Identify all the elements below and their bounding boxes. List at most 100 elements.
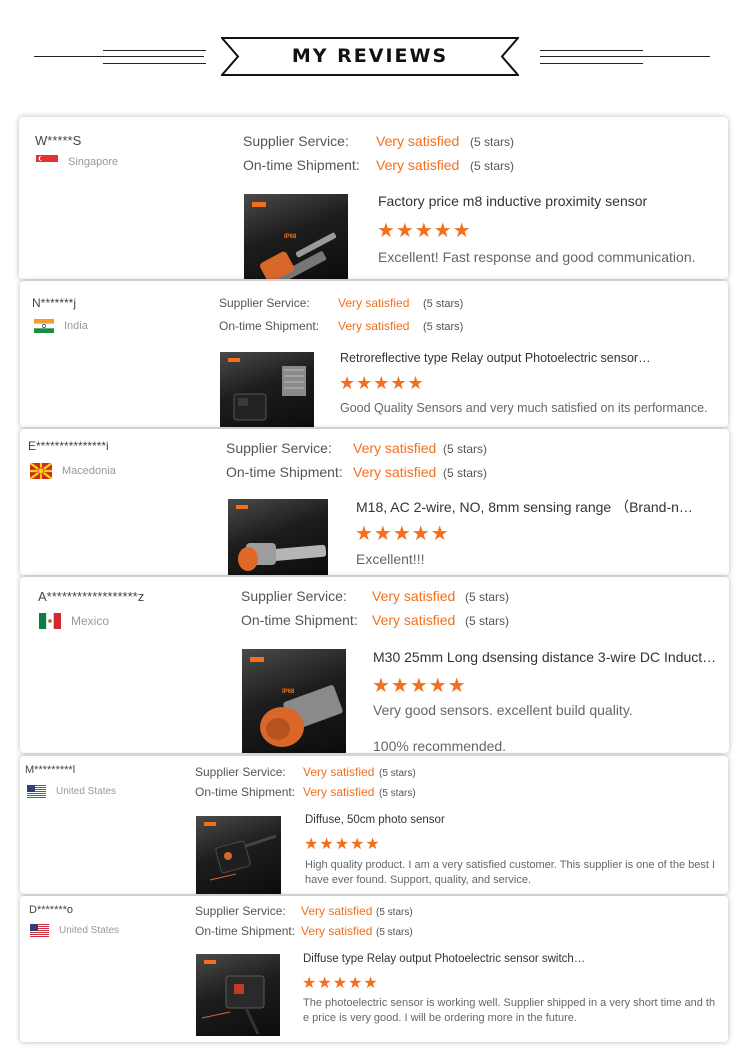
country-label: Macedonia bbox=[62, 465, 116, 477]
reviewer-name: D*******o bbox=[29, 904, 74, 916]
us-flag-icon bbox=[27, 785, 46, 798]
product-star-rating: ★★★★★ bbox=[304, 836, 381, 853]
shipment-label: On-time Shipment: bbox=[219, 319, 320, 333]
header-divider-right bbox=[540, 56, 710, 57]
supplier-service-rating: Very satisfied bbox=[301, 904, 373, 918]
shipment-row: On-time Shipment: Very satisfied (5 stars) bbox=[195, 785, 416, 799]
reviewer-country: United States bbox=[27, 785, 116, 798]
supplier-service-rating: Very satisfied bbox=[372, 588, 456, 604]
header-banner: MY REVIEWS bbox=[221, 37, 519, 76]
shipment-stars: (5 stars) bbox=[443, 466, 488, 480]
shipment-row: On-time Shipment: Very satisfied (5 stars) bbox=[219, 319, 463, 333]
shipment-stars: (5 stars) bbox=[376, 927, 413, 938]
review-card: M*********l United States Supplier Servi… bbox=[20, 756, 728, 894]
product-name[interactable]: Factory price m8 inductive proximity sen… bbox=[378, 193, 718, 209]
product-name[interactable]: Retroreflective type Relay output Photoe… bbox=[340, 351, 720, 365]
shipment-label: On-time Shipment: bbox=[241, 612, 358, 628]
shipment-stars: (5 stars) bbox=[465, 614, 510, 628]
review-card: W*****S Singapore Supplier Service: Very … bbox=[19, 117, 728, 279]
supplier-service-label: Supplier Service: bbox=[195, 765, 286, 779]
header-divider-left bbox=[34, 56, 204, 57]
review-comment: Good Quality Sensors and very much satis… bbox=[340, 401, 708, 415]
supplier-service-stars: (5 stars) bbox=[443, 442, 488, 456]
shipment-row: On-time Shipment: Very satisfied (5 stars) bbox=[243, 157, 514, 173]
us-flag-icon bbox=[30, 924, 49, 937]
supplier-service-row: Supplier Service: Very satisfied (5 stars) bbox=[226, 440, 487, 456]
supplier-service-stars: (5 stars) bbox=[379, 768, 416, 779]
shipment-rating: Very satisfied bbox=[338, 319, 410, 333]
reviewer-country: India bbox=[34, 319, 88, 333]
review-comment: The photoelectric sensor is working well… bbox=[303, 997, 716, 1024]
supplier-service-stars: (5 stars) bbox=[470, 135, 515, 149]
reviewer-name: N*******j bbox=[32, 296, 77, 310]
thumbnail-ip-tag: IP68 bbox=[282, 689, 295, 695]
supplier-service-label: Supplier Service: bbox=[195, 904, 286, 918]
country-label: United States bbox=[59, 925, 120, 936]
reviewer-name: W*****S bbox=[35, 133, 82, 148]
supplier-service-stars: (5 stars) bbox=[376, 907, 413, 918]
page-title: MY REVIEWS bbox=[291, 45, 449, 67]
supplier-service-label: Supplier Service: bbox=[241, 588, 347, 604]
supplier-service-rating: Very satisfied bbox=[338, 296, 410, 310]
macedonia-flag-icon bbox=[30, 463, 52, 479]
shipment-rating: Very satisfied bbox=[372, 612, 456, 628]
shipment-rating: Very satisfied bbox=[303, 785, 375, 799]
supplier-service-stars: (5 stars) bbox=[423, 298, 464, 310]
country-label: India bbox=[64, 320, 88, 332]
shipment-stars: (5 stars) bbox=[470, 159, 515, 173]
shipment-stars: (5 stars) bbox=[423, 321, 464, 333]
shipment-rating: Very satisfied bbox=[301, 924, 373, 938]
supplier-service-stars: (5 stars) bbox=[465, 590, 510, 604]
product-thumbnail[interactable] bbox=[196, 816, 281, 894]
shipment-stars: (5 stars) bbox=[379, 788, 416, 799]
product-thumbnail[interactable] bbox=[196, 954, 280, 1036]
review-card: N*******j India Supplier Service: Very sa… bbox=[20, 281, 728, 427]
reviewer-country: United States bbox=[30, 924, 119, 937]
shipment-label: On-time Shipment: bbox=[226, 464, 343, 480]
product-name[interactable]: Diffuse type Relay output Photoelectric … bbox=[303, 953, 713, 965]
product-star-rating: ★★★★★ bbox=[372, 675, 467, 697]
product-star-rating: ★★★★★ bbox=[377, 220, 472, 242]
reviewer-name: M*********l bbox=[25, 764, 76, 776]
supplier-service-label: Supplier Service: bbox=[226, 440, 332, 456]
shipment-row: On-time Shipment: Very satisfied (5 stars) bbox=[226, 464, 487, 480]
shipment-rating: Very satisfied bbox=[353, 464, 437, 480]
header-divider-left-upper bbox=[103, 50, 206, 51]
country-label: United States bbox=[56, 786, 117, 797]
review-card: A******************z Mexico Supplier Ser… bbox=[20, 577, 729, 753]
product-name[interactable]: M30 25mm Long dsensing distance 3-wire D… bbox=[373, 649, 718, 665]
review-card: D*******o United States Supplier Service… bbox=[20, 896, 728, 1042]
reviewer-name: E***************i bbox=[28, 439, 109, 453]
review-card: E***************i Macedonia Supplier Ser… bbox=[20, 429, 729, 575]
product-thumbnail[interactable]: IP68 bbox=[242, 649, 346, 753]
header-divider-right-upper bbox=[540, 50, 643, 51]
review-comment: Excellent! Fast response and good commun… bbox=[378, 249, 696, 265]
reviewer-country: Macedonia bbox=[30, 463, 116, 479]
supplier-service-row: Supplier Service: Very satisfied (5 stars) bbox=[241, 588, 509, 604]
header-divider-right-lower bbox=[540, 63, 643, 64]
reviewer-country: Mexico bbox=[39, 613, 109, 629]
shipment-rating: Very satisfied bbox=[376, 157, 460, 173]
reviewer-country: Singapore bbox=[36, 155, 118, 169]
product-thumbnail[interactable] bbox=[228, 499, 328, 575]
product-thumbnail[interactable] bbox=[220, 352, 314, 427]
review-comment: Very good sensors. excellent build quali… bbox=[373, 702, 633, 753]
review-comment: High quality product. I am a very satisf… bbox=[305, 859, 716, 886]
supplier-service-row: Supplier Service: Very satisfied (5 stars) bbox=[243, 133, 514, 149]
singapore-flag-icon bbox=[36, 155, 58, 169]
header-divider-left-lower bbox=[103, 63, 206, 64]
shipment-label: On-time Shipment: bbox=[195, 785, 296, 799]
country-label: Singapore bbox=[68, 156, 119, 168]
product-name[interactable]: M18, AC 2-wire, NO, 8mm sensing range （B… bbox=[356, 497, 696, 517]
shipment-row: On-time Shipment: Very satisfied (5 stars) bbox=[241, 612, 509, 628]
supplier-service-rating: Very satisfied bbox=[376, 133, 460, 149]
supplier-service-label: Supplier Service: bbox=[243, 133, 349, 149]
shipment-row: On-time Shipment: Very satisfied (5 stars) bbox=[195, 924, 413, 938]
country-label: Mexico bbox=[71, 614, 110, 628]
india-flag-icon bbox=[34, 319, 54, 333]
product-name[interactable]: Diffuse, 50cm photo sensor bbox=[305, 814, 715, 826]
shipment-label: On-time Shipment: bbox=[243, 157, 360, 173]
product-thumbnail[interactable]: IP68 bbox=[244, 194, 348, 279]
supplier-service-row: Supplier Service: Very satisfied (5 stars) bbox=[195, 765, 416, 779]
supplier-service-rating: Very satisfied bbox=[353, 440, 437, 456]
